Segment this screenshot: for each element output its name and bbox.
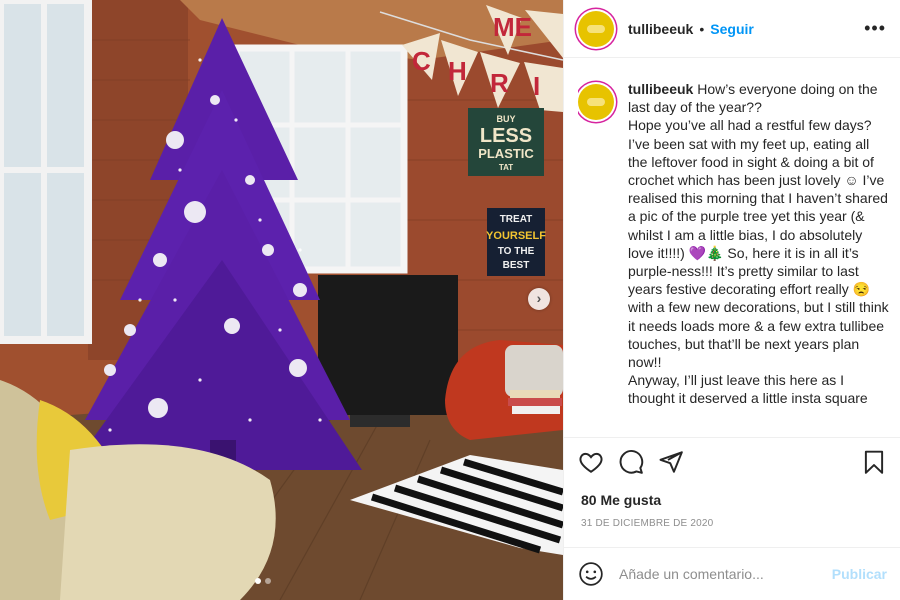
- bee-logo-icon: [587, 98, 605, 106]
- username-link[interactable]: tullibeeuk: [628, 21, 693, 37]
- caption-avatar[interactable]: [578, 84, 614, 120]
- sign-buy: BUY: [496, 114, 515, 124]
- share-icon[interactable]: [658, 449, 684, 475]
- post-photo[interactable]: ME C H R I BUY LESS PLASTIC TAT TREAT YO…: [0, 0, 563, 600]
- caption-text: tullibeeuk How’s everyone doing on the l…: [628, 80, 890, 436]
- bunting-letter-r: R: [490, 68, 509, 98]
- post-caption: tullibeeuk How’s everyone doing on the l…: [578, 80, 890, 436]
- carousel-indicator: [255, 578, 271, 584]
- post-header: tullibeeuk • Seguir •••: [564, 0, 900, 58]
- sign-to-the: TO THE: [498, 246, 535, 257]
- caption-username[interactable]: tullibeeuk: [628, 81, 693, 97]
- bunting-letter-me: ME: [493, 12, 532, 42]
- sign-less: LESS: [480, 125, 532, 147]
- carousel-dot: [265, 578, 271, 584]
- comment-box: Añade un comentario... Publicar: [564, 547, 900, 600]
- caption-body: How’s everyone doing on the last day of …: [628, 81, 889, 407]
- heart-icon[interactable]: [578, 449, 604, 475]
- likes-count[interactable]: 80 Me gusta: [581, 492, 661, 508]
- follow-button[interactable]: Seguir: [710, 21, 754, 37]
- bunting-letter-i: I: [533, 71, 540, 101]
- carousel-dot-active: [255, 578, 261, 584]
- sign-best: BEST: [503, 260, 530, 271]
- post-date[interactable]: 31 DE DICIEMBRE DE 2020: [581, 518, 713, 529]
- header-separator: •: [699, 20, 705, 37]
- comment-icon[interactable]: [618, 449, 644, 475]
- living-room-scene: ME C H R I BUY LESS PLASTIC TAT TREAT YO…: [0, 0, 563, 600]
- sign-plastic: PLASTIC: [478, 146, 534, 161]
- sign-treat: TREAT: [500, 214, 533, 225]
- more-options-icon[interactable]: •••: [864, 18, 886, 39]
- next-photo-button[interactable]: ›: [528, 288, 550, 310]
- sign-yourself: YOURSELF: [486, 230, 546, 242]
- action-bar: [564, 437, 900, 485]
- post-side-panel: tullibeeuk • Seguir ••• tullibeeuk How’s…: [563, 0, 900, 600]
- emoji-icon[interactable]: [578, 561, 604, 587]
- publish-button[interactable]: Publicar: [832, 566, 887, 582]
- avatar[interactable]: [578, 10, 614, 47]
- bunting-letter-c: C: [412, 46, 431, 76]
- comment-input[interactable]: Añade un comentario...: [619, 566, 832, 582]
- bee-logo-icon: [587, 24, 605, 33]
- sign-tat: TAT: [499, 163, 513, 172]
- bookmark-icon[interactable]: [861, 449, 887, 475]
- bunting-letter-h: H: [448, 56, 467, 86]
